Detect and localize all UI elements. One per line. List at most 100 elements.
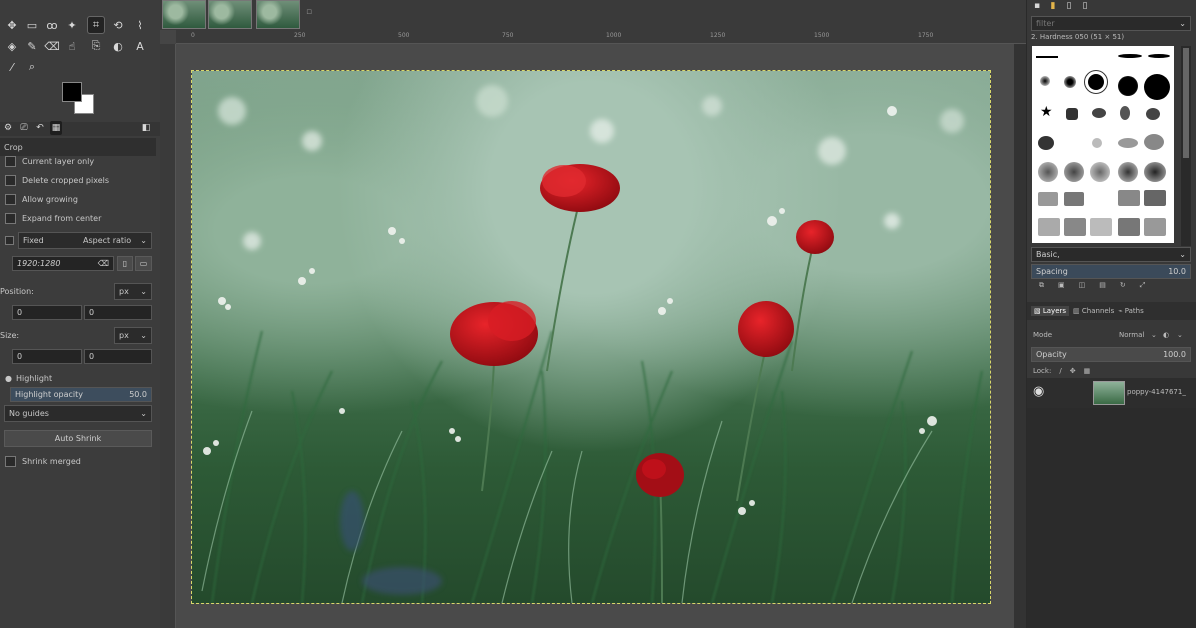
delete-cropped-option[interactable]: Delete cropped pixels [0,171,156,189]
image-tab-thumbnail[interactable] [208,0,252,29]
shrink-merged-option[interactable]: Shrink merged [0,452,156,470]
foreground-color[interactable] [62,82,82,102]
current-layer-only-checkbox[interactable] [5,155,16,167]
fuzzy-select-tool-icon[interactable]: ✦ [64,17,80,33]
star-brush-icon[interactable]: ★ [1040,104,1053,120]
clone-tool-icon[interactable]: ⎘ [88,38,104,54]
brush-item[interactable] [1090,218,1112,236]
allow-growing-option[interactable]: Allow growing [0,190,156,208]
brush-filter-field[interactable]: filter ⌄ [1031,16,1191,31]
brush-item[interactable] [1120,106,1130,120]
brush-grid[interactable]: ★ [1032,46,1174,243]
refresh-brush-icon[interactable]: ↻ [1120,281,1126,295]
smudge-tool-icon[interactable]: ☝ [64,38,80,54]
clear-icon[interactable]: ⌫ [98,259,109,268]
brush-item[interactable] [1090,162,1110,182]
zoom-tool-icon[interactable]: ⌕ [24,59,40,75]
brush-item[interactable] [1118,162,1138,182]
brush-item[interactable] [1118,138,1138,148]
opacity-slider[interactable]: Opacity 100.0 [1031,347,1191,362]
brush-scrollbar-thumb[interactable] [1183,48,1189,158]
delete-brush-icon[interactable]: ▤ [1099,281,1106,295]
move-tool-icon[interactable]: ✥ [4,17,20,33]
layer-list-empty-area[interactable] [1027,408,1196,628]
eye-icon[interactable]: ◉ [1033,384,1044,399]
size-unit-dropdown[interactable]: px ⌄ [114,327,152,344]
brush-tag-field[interactable]: Basic, ⌄ [1031,247,1191,262]
fonts-tab-icon[interactable]: ▯ [1063,0,1075,12]
lock-position-icon[interactable]: ✥ [1070,367,1076,375]
bucket-fill-tool-icon[interactable]: ◈ [4,38,20,54]
expand-from-center-option[interactable]: Expand from center [0,209,156,227]
undo-history-tab-icon[interactable]: ↶ [34,121,46,135]
brush-item[interactable] [1036,56,1058,58]
tool-options-tab-icon[interactable]: ⚙ [2,121,14,135]
shrink-merged-checkbox[interactable] [5,455,16,467]
layer-row[interactable]: ◉ poppy-4147671_ [1027,378,1196,408]
warp-tool-icon[interactable]: ⌇ [132,17,148,33]
brush-item[interactable] [1144,190,1166,206]
position-unit-dropdown[interactable]: px ⌄ [114,283,152,300]
mode-menu-icon[interactable]: ⌄ [1177,331,1183,339]
paintbrush-tool-icon[interactable]: ✎ [24,38,40,54]
brush-item[interactable] [1118,76,1138,96]
brush-scrollbar[interactable] [1181,46,1191,246]
position-x-field[interactable]: 0 [12,305,82,320]
size-w-field[interactable]: 0 [12,349,82,364]
duplicate-brush-icon[interactable]: ⧉ [1039,281,1044,295]
guides-dropdown[interactable]: No guides ⌄ [4,405,152,422]
brush-item[interactable] [1144,74,1170,100]
brush-item[interactable] [1148,54,1170,58]
composite-icon[interactable]: ◐ [1163,331,1169,339]
expand-from-center-checkbox[interactable] [5,212,16,224]
size-h-field[interactable]: 0 [84,349,152,364]
rect-select-tool-icon[interactable]: ▭ [24,17,40,33]
highlight-toggle-icon[interactable]: ● [5,374,12,383]
aspect-ratio-field[interactable]: 1920:1280 ⌫ [12,256,114,271]
brush-item[interactable] [1092,108,1106,118]
brush-item[interactable] [1118,190,1140,206]
vertical-scrollbar[interactable] [1014,44,1026,628]
brush-item[interactable] [1038,162,1058,182]
current-layer-only-option[interactable]: Current layer only [0,152,156,170]
delete-cropped-checkbox[interactable] [5,174,16,186]
text-tool-icon[interactable]: A [132,38,148,54]
brush-item[interactable] [1118,218,1140,236]
edit-brush-icon[interactable]: ◫ [1079,281,1086,295]
brush-item[interactable] [1066,108,1078,120]
tab-channels[interactable]: ▥ Channels [1073,307,1114,315]
lock-pixels-icon[interactable]: / [1059,367,1061,375]
image-tab-thumbnail[interactable] [162,0,206,29]
highlight-option[interactable]: ● Highlight [0,369,156,387]
brush-item[interactable] [1064,76,1076,88]
portrait-orientation-button[interactable]: ▯ [117,256,133,271]
brush-item[interactable] [1118,54,1142,58]
eraser-tool-icon[interactable]: ⌫ [44,38,60,54]
brush-item[interactable] [1038,218,1060,236]
brush-item[interactable] [1144,162,1166,182]
brush-item[interactable] [1038,192,1058,206]
dodge-tool-icon[interactable]: ◐ [110,38,126,54]
allow-growing-checkbox[interactable] [5,193,16,205]
spacing-slider[interactable]: Spacing 10.0 [1031,264,1191,279]
brush-item[interactable] [1064,162,1084,182]
position-y-field[interactable]: 0 [84,305,152,320]
brush-item-selected[interactable] [1084,70,1108,94]
document-history-tab-icon[interactable]: ▯ [1079,0,1091,12]
color-picker-tool-icon[interactable]: ⁄ [4,59,20,75]
highlight-opacity-slider[interactable]: Highlight opacity 50.0 [10,387,152,402]
brush-item[interactable] [1146,108,1160,120]
crop-tool-icon[interactable]: ⌗ [87,16,105,34]
brush-item[interactable] [1040,76,1050,86]
patterns-tab-icon[interactable]: ▮ [1047,0,1059,12]
auto-shrink-button[interactable]: Auto Shrink [4,430,152,447]
brush-item[interactable] [1092,138,1102,148]
brushes-tab-icon[interactable]: ▪ [1031,0,1043,12]
image-tab-thumbnail[interactable] [256,0,300,29]
tab-paths[interactable]: ⌁ Paths [1118,307,1143,315]
brush-item[interactable] [1064,192,1084,206]
poppy-field-image[interactable] [191,70,991,604]
lasso-tool-icon[interactable]: ꝏ [44,17,60,33]
mode-value[interactable]: Normal [1119,331,1144,339]
images-tab-icon[interactable]: ▦ [50,121,62,135]
